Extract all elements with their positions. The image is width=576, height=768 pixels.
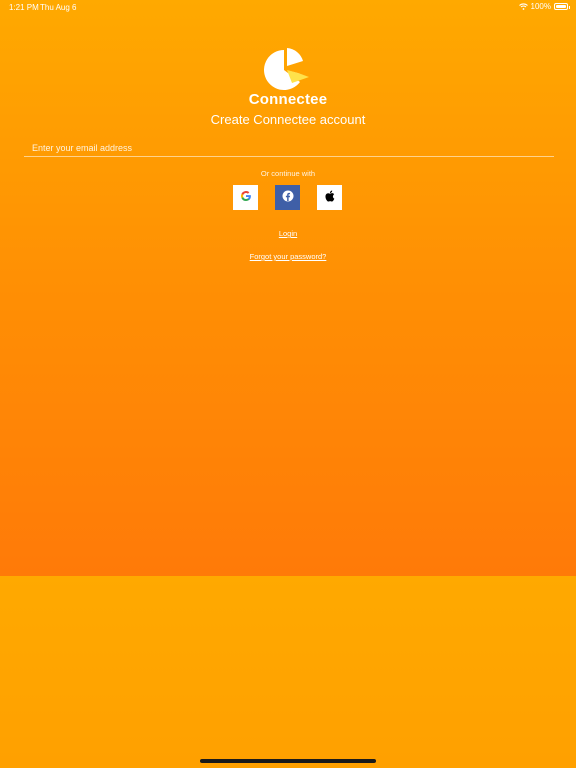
email-field[interactable]	[24, 140, 554, 157]
facebook-signin-button[interactable]	[275, 185, 300, 210]
status-time: 1:21 PM	[9, 3, 39, 12]
apple-icon	[324, 189, 335, 207]
forgot-password-link[interactable]: Forgot your password?	[0, 252, 576, 261]
login-link[interactable]: Login	[0, 229, 576, 238]
background-lower-panel	[0, 576, 576, 768]
brand-name: Connectee	[248, 91, 328, 108]
connectee-logo-icon	[262, 47, 312, 93]
status-date: Thu Aug 6	[40, 3, 77, 12]
status-indicators: 100%	[518, 2, 570, 11]
google-icon	[240, 189, 252, 207]
battery-percent: 100%	[530, 2, 551, 11]
continue-with-label: Or continue with	[260, 169, 316, 178]
facebook-icon	[282, 189, 294, 207]
page-title: Create Connectee account	[210, 112, 366, 127]
wifi-icon	[518, 3, 528, 10]
google-signin-button[interactable]	[233, 185, 258, 210]
battery-icon	[554, 3, 570, 10]
home-indicator	[200, 759, 376, 763]
apple-signin-button[interactable]	[317, 185, 342, 210]
status-bar: 1:21 PM Thu Aug 6 100%	[0, 0, 576, 14]
